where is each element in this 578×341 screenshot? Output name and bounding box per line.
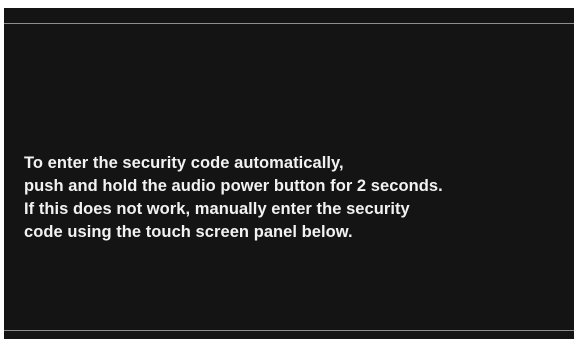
instruction-line-2: push and hold the audio power button for… [24, 177, 443, 195]
security-code-screen: To enter the security code automatically… [4, 8, 574, 339]
top-divider [4, 23, 574, 24]
bottom-divider [4, 330, 574, 331]
security-code-instructions: To enter the security code automatically… [24, 152, 564, 244]
instruction-line-4: code using the touch screen panel below. [24, 223, 353, 241]
instruction-line-3: If this does not work, manually enter th… [24, 200, 410, 218]
instruction-line-1: To enter the security code automatically… [24, 154, 344, 172]
